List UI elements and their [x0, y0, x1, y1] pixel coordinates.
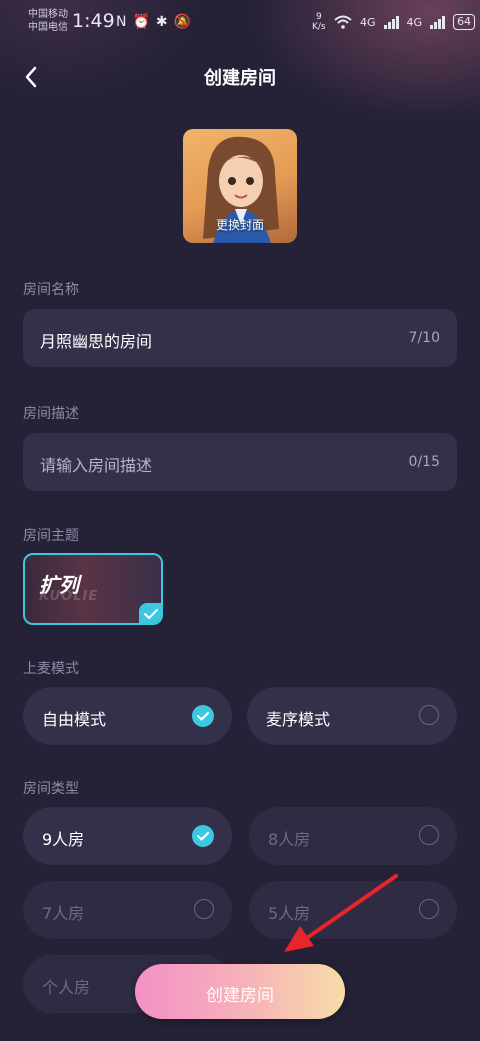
- room-desc-placeholder: 请输入房间描述: [40, 456, 153, 475]
- alarm-icon: ⏰: [132, 14, 156, 30]
- theme-subtitle: KUOLIE: [39, 589, 99, 604]
- change-cover-label: 更换封面: [215, 218, 264, 232]
- red-arrow-annotation: [284, 874, 398, 952]
- create-room-button[interactable]: 创建房间: [135, 964, 345, 1019]
- radio-circle-icon: [194, 899, 214, 919]
- mic-mode-queue[interactable]: 麦序模式: [247, 687, 457, 745]
- battery-indicator: 64: [453, 14, 476, 30]
- carrier-labels: 中国移动 中国电信: [28, 8, 68, 34]
- theme-selected-badge: [139, 603, 161, 623]
- page-title: 创建房间: [204, 68, 276, 89]
- room-desc-field[interactable]: 请输入房间描述 0/15: [23, 433, 457, 491]
- signal-2-icon: [430, 15, 446, 29]
- status-right: 4G 4G 64: [334, 14, 476, 30]
- cover-image[interactable]: 更换封面: [183, 129, 297, 243]
- room-name-field[interactable]: 月照幽思的房间 7/10: [23, 309, 457, 367]
- mute-icon: 🔕: [173, 14, 198, 30]
- clock: 1:49: [72, 10, 115, 32]
- radio-circle-icon: [419, 899, 439, 919]
- nfc-icon: N: [116, 14, 133, 30]
- mic-mode-free[interactable]: 自由模式: [23, 687, 232, 745]
- option-label: 麦序模式: [266, 710, 331, 729]
- room-type-9[interactable]: 9人房: [23, 807, 232, 865]
- radio-circle-icon: [419, 825, 439, 845]
- option-label: 自由模式: [42, 710, 107, 729]
- carrier-2: 中国电信: [28, 22, 68, 33]
- check-circle-icon: [192, 705, 214, 727]
- option-label: 7人房: [42, 904, 85, 923]
- room-desc-label: 房间描述: [23, 406, 79, 422]
- room-type-7[interactable]: 7人房: [23, 881, 232, 939]
- radio-circle-icon: [419, 705, 439, 725]
- option-label: 8人房: [268, 830, 311, 849]
- network-2-label: 4G: [406, 15, 423, 29]
- status-bar: 中国移动 中国电信 1:49 N⏰✱🔕 9 K/s 4G 4G 64: [0, 0, 480, 44]
- network-1-label: 4G: [360, 15, 376, 29]
- create-room-label: 创建房间: [206, 986, 274, 1006]
- room-name-value: 月照幽思的房间: [40, 332, 153, 351]
- room-type-label: 房间类型: [23, 781, 79, 797]
- signal-1-icon: [383, 15, 399, 29]
- option-label: 9人房: [42, 830, 85, 849]
- option-label: 个人房: [42, 978, 91, 997]
- wifi-icon: [334, 15, 352, 29]
- check-icon: [144, 609, 158, 619]
- room-name-label: 房间名称: [23, 282, 79, 298]
- check-circle-icon: [192, 825, 214, 847]
- room-type-8[interactable]: 8人房: [249, 807, 457, 865]
- room-name-counter: 7/10: [408, 330, 440, 346]
- mic-mode-label: 上麦模式: [23, 661, 79, 677]
- status-icons: N⏰✱🔕: [116, 14, 197, 30]
- network-speed: 9 K/s: [312, 12, 326, 32]
- theme-card-kuolie[interactable]: 扩列 KUOLIE: [23, 553, 163, 625]
- carrier-1: 中国移动: [28, 9, 68, 20]
- room-theme-label: 房间主题: [23, 528, 79, 544]
- bluetooth-icon: ✱: [155, 14, 174, 30]
- room-desc-counter: 0/15: [408, 454, 440, 470]
